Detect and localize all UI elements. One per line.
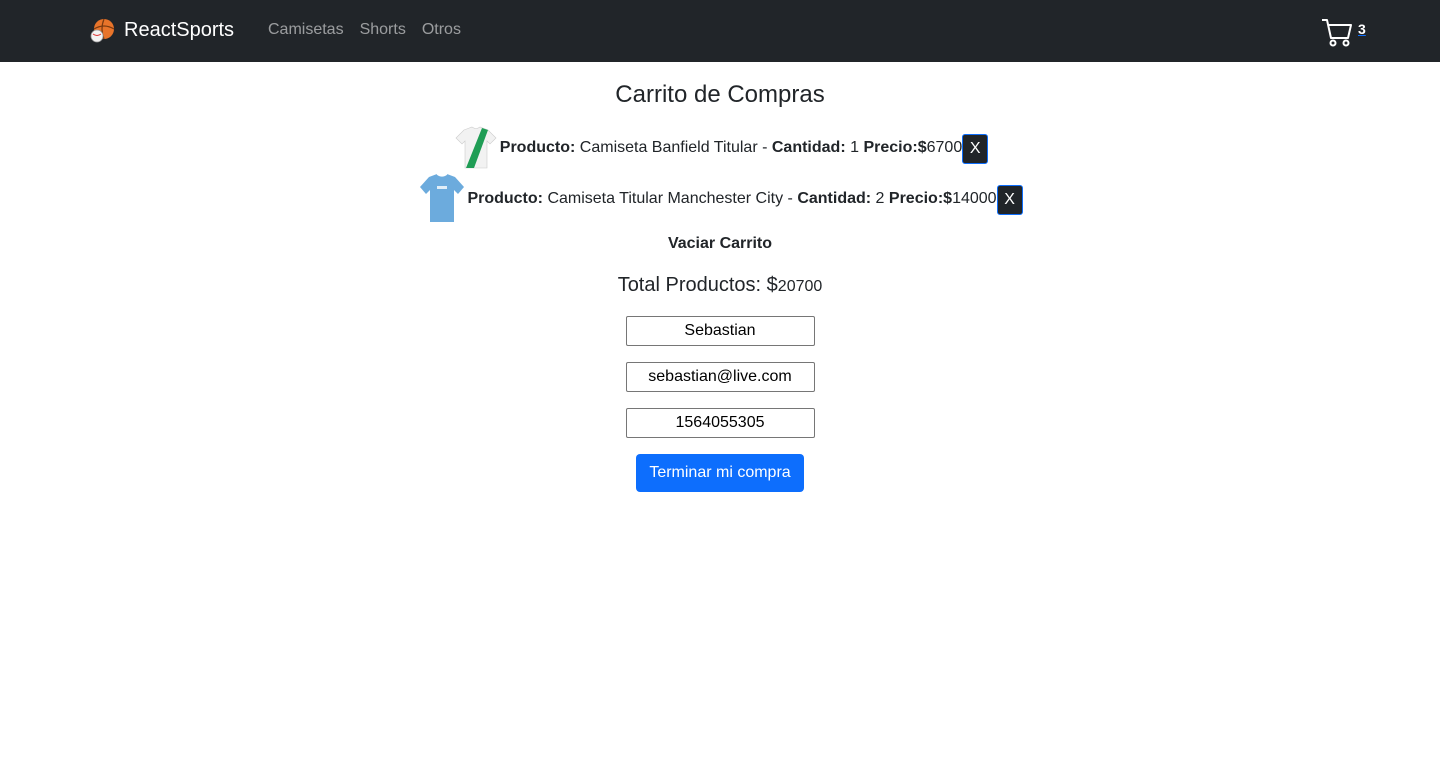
cart-item-text: Producto: Camiseta Titular Manchester Ci…: [467, 187, 996, 211]
nav-link-shorts[interactable]: Shorts: [360, 21, 406, 39]
nav-link-camisetas[interactable]: Camisetas: [268, 21, 344, 39]
separator: -: [787, 190, 793, 207]
product-label: Producto:: [467, 190, 543, 207]
product-price: 14000: [952, 190, 997, 207]
remove-item-button[interactable]: X: [962, 134, 989, 164]
separator: -: [762, 139, 768, 156]
name-field[interactable]: [625, 316, 815, 346]
sports-balls-logo-icon: [90, 18, 115, 43]
cart-item-text: Producto: Camiseta Banfield Titular - Ca…: [500, 136, 962, 160]
total-value: 20700: [777, 278, 823, 295]
finish-purchase-button[interactable]: Terminar mi compra: [636, 454, 804, 492]
cart-page: Carrito de Compras Producto: Camiseta Ba…: [0, 80, 1440, 492]
total-currency: $: [766, 274, 778, 296]
product-price: 6700: [926, 139, 963, 156]
clear-cart-button[interactable]: Vaciar Carrito: [668, 232, 772, 256]
banfield-jersey-thumbnail: [451, 124, 500, 172]
shopping-cart-icon: [1322, 19, 1352, 47]
currency-symbol: $: [943, 190, 953, 207]
cart-item: Producto: Camiseta Banfield Titular - Ca…: [0, 124, 1440, 172]
cart-total: Total Productos: $20700: [0, 271, 1440, 301]
product-label: Producto:: [499, 139, 576, 156]
quantity-label: Cantidad:: [797, 190, 872, 207]
phone-field[interactable]: [625, 408, 815, 438]
price-label: Precio:: [888, 190, 944, 207]
brand-name: ReactSports: [124, 18, 235, 41]
cart-item: Producto: Camiseta Titular Manchester Ci…: [0, 172, 1440, 226]
product-quantity: 2: [875, 190, 885, 207]
product-quantity: 1: [850, 139, 860, 156]
manchester-city-jersey-thumbnail: [417, 172, 468, 226]
nav-link-otros[interactable]: Otros: [422, 21, 461, 39]
product-name: Camiseta Banfield Titular: [579, 139, 758, 156]
quantity-label: Cantidad:: [771, 139, 846, 156]
cart-count-badge: 3: [1358, 21, 1366, 37]
top-navbar: ReactSports Camisetas Shorts Otros 3: [0, 0, 1440, 62]
checkout-form: Terminar mi compra: [0, 316, 1440, 492]
email-field[interactable]: [625, 362, 815, 392]
brand-link[interactable]: ReactSports: [90, 17, 234, 43]
remove-item-button[interactable]: X: [996, 185, 1023, 215]
price-label: Precio:: [863, 139, 918, 156]
page-title: Carrito de Compras: [615, 81, 825, 108]
product-name: Camiseta Titular Manchester City: [547, 190, 784, 207]
total-label: Total Productos:: [617, 274, 762, 296]
cart-widget[interactable]: 3: [1320, 16, 1366, 48]
nav-links: Camisetas Shorts Otros: [268, 21, 477, 39]
currency-symbol: $: [917, 139, 927, 156]
